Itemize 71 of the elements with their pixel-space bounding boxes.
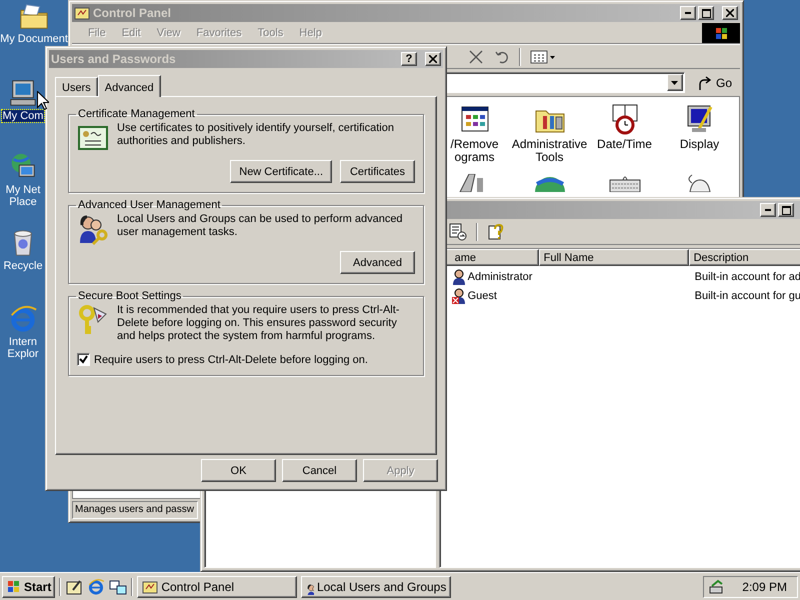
action-button[interactable]: New Certificate... — [230, 160, 332, 183]
minimize-button[interactable] — [760, 203, 776, 217]
browser-icon — [8, 304, 38, 334]
help-icon[interactable] — [486, 222, 506, 242]
group-title: Advanced User Management — [77, 199, 222, 211]
group-description: Local Users and Groups can be used to perform advanced user management tasks. — [117, 213, 404, 240]
column-header[interactable]: Full Name — [538, 249, 689, 266]
keyboard-icon — [608, 174, 640, 192]
close-icon — [429, 55, 437, 63]
desktop-icon-label[interactable]: My Com — [2, 110, 44, 122]
clock: 2:09 PM — [742, 580, 787, 594]
description-cell-text: Built-in account for gu — [694, 288, 800, 304]
group-title: Certificate Management — [77, 108, 196, 120]
control-panel-item-label[interactable]: Administrative Tools — [512, 138, 588, 164]
desktop-icon-label[interactable]: Intern Explor — [6, 336, 40, 360]
go-arrow-icon — [696, 74, 713, 90]
dropdown-button[interactable] — [666, 74, 683, 91]
control-panel-item-label[interactable]: Date/Time — [597, 138, 652, 151]
users-icon — [77, 213, 109, 245]
folder-icon — [19, 1, 49, 31]
control-panel-item-label[interactable]: /Remove ograms — [450, 138, 499, 164]
user-icon — [450, 288, 467, 304]
network-tray-icon[interactable] — [708, 578, 724, 594]
control-panel-icon — [74, 5, 90, 21]
group-description: It is recommended that you require users to press Ctrl-Alt-Delete before logging on. This ensures password security and helps protect the system from harmful programs. — [117, 304, 400, 343]
dialog-button[interactable]: Cancel — [282, 459, 357, 482]
desktop-icon-label[interactable]: Recycle — [2, 260, 44, 272]
group-title: Secure Boot Settings — [77, 290, 182, 302]
taskbar-button[interactable]: Local Users and Groups — [301, 576, 452, 598]
views-button[interactable] — [529, 48, 557, 66]
close-button[interactable] — [722, 6, 738, 20]
start-button[interactable]: Start — [2, 576, 56, 598]
minimize-icon — [685, 12, 691, 14]
caret-icon — [671, 80, 678, 84]
desktop-icon-label[interactable]: My Net Place — [4, 184, 42, 208]
tab[interactable]: Advanced — [98, 75, 161, 97]
panel-icon — [142, 578, 158, 594]
maximize-button[interactable] — [778, 203, 794, 217]
column-header[interactable]: Description — [688, 249, 800, 266]
status-text: Manages users and passw — [72, 501, 198, 519]
tab[interactable]: Users — [55, 77, 98, 96]
checkbox[interactable] — [77, 353, 90, 366]
window-switch-icon[interactable] — [109, 578, 128, 596]
action-button[interactable]: Advanced — [340, 251, 415, 274]
maximize-icon — [702, 8, 710, 18]
flag-logo-icon — [6, 578, 22, 594]
mouse-pointer-icon — [37, 91, 49, 110]
maximize-icon — [782, 206, 790, 214]
taskbar-button[interactable]: Control Panel — [137, 576, 298, 598]
globe-icon — [534, 174, 566, 192]
close-button[interactable] — [425, 52, 441, 66]
control-panel-item-label[interactable]: Display — [680, 138, 720, 151]
action-button[interactable]: Certificates — [340, 160, 415, 183]
user-icon — [450, 268, 467, 284]
window-title: Control Panel — [93, 6, 172, 20]
maximize-button[interactable] — [698, 6, 714, 20]
checkbox-label[interactable]: Require users to press Ctrl-Alt-Delete before logging on. — [94, 354, 368, 366]
group-description: Use certificates to positively identify yourself, certification authorities and publishers. — [117, 122, 395, 149]
minimize-icon — [765, 209, 771, 211]
desktop-icon-label[interactable]: My Document — [0, 33, 69, 45]
computer-icon — [8, 78, 38, 108]
help-button[interactable]: ? — [401, 52, 417, 66]
go-button[interactable]: Go — [690, 74, 738, 90]
export-list-button[interactable] — [448, 222, 468, 242]
close-icon — [726, 9, 734, 17]
minimize-button[interactable] — [680, 6, 696, 20]
delete-button[interactable] — [467, 48, 485, 66]
dialog-title: Users and Passwords — [51, 52, 176, 66]
description-cell-text: Built-in account for ad — [694, 270, 800, 284]
key-icon — [77, 304, 109, 336]
dialog-button[interactable]: OK — [201, 459, 276, 482]
